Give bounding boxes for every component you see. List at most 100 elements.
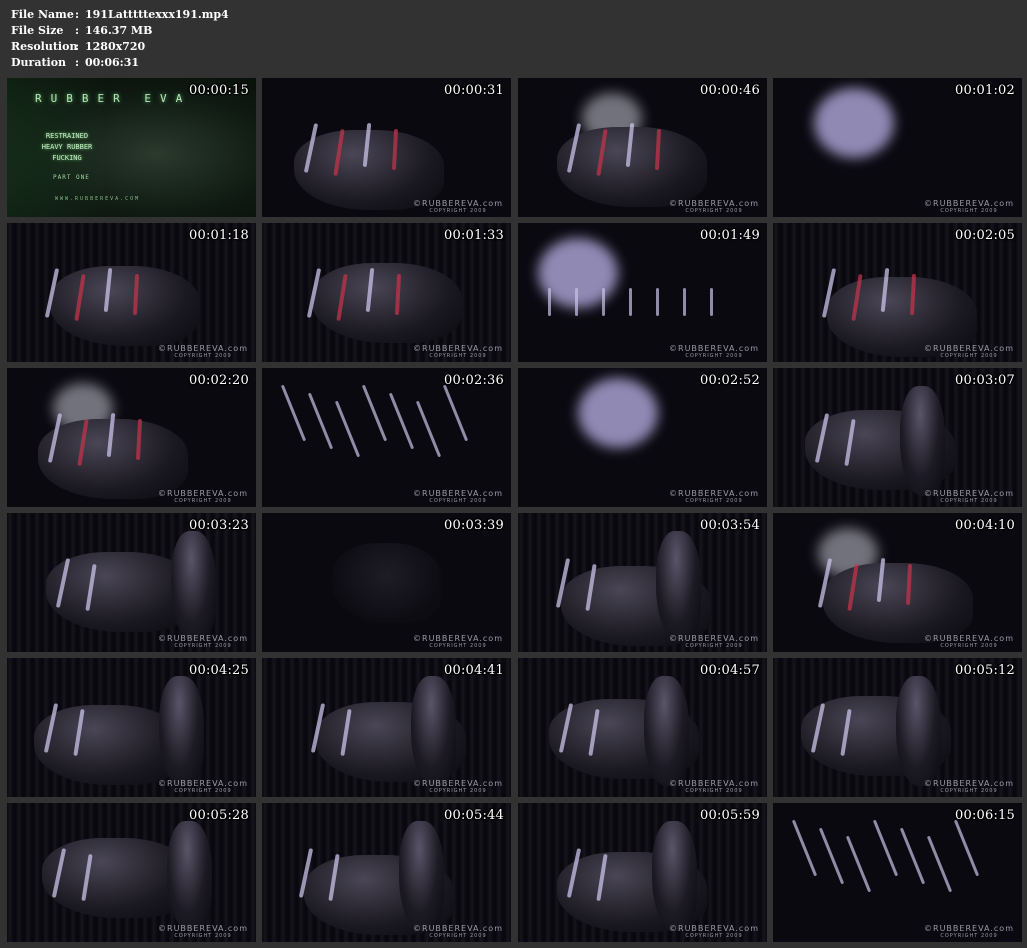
separator: : [75,40,80,53]
buckle-strap [953,819,980,877]
video-thumbnail[interactable]: 00:04:57 ©RUBBEREVA.com COPYRIGHT 2009 [518,658,767,797]
buckle-strap [899,827,926,885]
standing-figure [644,676,689,786]
watermark: ©RUBBEREVA.com COPYRIGHT 2009 [924,490,1014,505]
watermark-brand: ©RUBBEREVA.com [669,344,759,353]
timestamp: 00:05:44 [444,808,504,823]
watermark-brand: ©RUBBEREVA.com [669,199,759,208]
video-thumbnail[interactable]: 00:02:36 ©RUBBEREVA.com COPYRIGHT 2009 [262,368,511,507]
watermark: ©RUBBEREVA.com COPYRIGHT 2009 [924,924,1014,940]
timestamp: 00:03:39 [444,518,504,533]
video-thumbnail[interactable]: 00:01:02 ©RUBBEREVA.com COPYRIGHT 2009 [773,78,1022,217]
timestamp: 00:04:57 [700,663,760,678]
watermark: ©RUBBEREVA.com COPYRIGHT 2009 [669,199,759,215]
watermark-brand: ©RUBBEREVA.com [924,199,1014,208]
watermark-copyright: COPYRIGHT 2009 [940,788,998,794]
watermark-copyright: COPYRIGHT 2009 [940,643,998,649]
watermark-brand: ©RUBBEREVA.com [924,924,1014,933]
video-frame [262,368,511,507]
timestamp: 00:02:20 [189,373,249,388]
buckle-strap [629,288,632,316]
watermark-copyright: COPYRIGHT 2009 [174,643,232,649]
resolution-value: 1280x720 [85,40,146,53]
video-thumbnail[interactable]: 00:04:25 ©RUBBEREVA.com COPYRIGHT 2009 [7,658,256,797]
watermark-copyright: COPYRIGHT 2009 [940,498,998,504]
timestamp: 00:05:28 [189,808,249,823]
video-thumbnail[interactable]: 00:04:41 ©RUBBEREVA.com COPYRIGHT 2009 [262,658,511,797]
duration-label: Duration [11,56,67,69]
buckle-strap [818,827,845,885]
watermark: ©RUBBEREVA.com COPYRIGHT 2009 [924,780,1014,795]
file-size-label: File Size [11,24,64,37]
file-name-value: 191Latttttexxx191.mp4 [85,8,229,21]
watermark: ©RUBBEREVA.com COPYRIGHT 2009 [924,199,1014,215]
watermark-copyright: COPYRIGHT 2009 [940,353,998,359]
timestamp: 00:00:15 [189,83,249,98]
watermark-copyright: COPYRIGHT 2009 [174,353,232,359]
video-thumbnail[interactable]: 00:05:28 ©RUBBEREVA.com COPYRIGHT 2009 [7,803,256,942]
title-card: RUBBER EVA RESTRAINED HEAVY RUBBER FUCKIN… [7,78,256,217]
title-brand: RUBBER EVA [35,92,192,105]
timestamp: 00:02:36 [444,373,504,388]
watermark: ©RUBBEREVA.com COPYRIGHT 2009 [413,635,503,650]
timestamp: 00:03:54 [700,518,760,533]
watermark: ©RUBBEREVA.com COPYRIGHT 2009 [413,345,503,360]
watermark-copyright: COPYRIGHT 2009 [429,498,487,504]
watermark-copyright: COPYRIGHT 2009 [685,788,743,794]
watermark-copyright: COPYRIGHT 2009 [429,208,487,214]
video-thumbnail[interactable]: 00:02:20 ©RUBBEREVA.com COPYRIGHT 2009 [7,368,256,507]
video-thumbnail[interactable]: 00:01:49 ©RUBBEREVA.com COPYRIGHT 2009 [518,223,767,362]
watermark-brand: ©RUBBEREVA.com [669,779,759,788]
watermark: ©RUBBEREVA.com COPYRIGHT 2009 [158,344,248,360]
video-thumbnail[interactable]: 00:03:54 ©RUBBEREVA.com COPYRIGHT 2009 [518,513,767,652]
watermark-brand: ©RUBBEREVA.com [413,779,503,788]
dim-figure [332,543,442,623]
video-thumbnail[interactable]: 00:03:23 ©RUBBEREVA.com COPYRIGHT 2009 [7,513,256,652]
video-frame [7,223,256,362]
buckle-strap [442,384,469,442]
watermark-brand: ©RUBBEREVA.com [924,634,1014,643]
video-thumbnail[interactable]: RUBBER EVA RESTRAINED HEAVY RUBBER FUCKIN… [7,78,256,217]
watermark-brand: ©RUBBEREVA.com [158,634,248,643]
standing-figure [656,531,701,641]
buckle-strap [656,288,659,316]
watermark: ©RUBBEREVA.com COPYRIGHT 2009 [413,779,503,795]
video-thumbnail[interactable]: 00:05:59 ©RUBBEREVA.com COPYRIGHT 2009 [518,803,767,942]
watermark: ©RUBBEREVA.com COPYRIGHT 2009 [413,925,503,940]
standing-figure [399,821,444,931]
timestamp: 00:00:31 [444,83,504,98]
timestamp: 00:01:33 [444,228,504,243]
watermark-copyright: COPYRIGHT 2009 [429,353,487,359]
latex-body [312,263,462,343]
video-frame [773,368,1022,507]
video-thumbnail[interactable]: 00:00:31 ©RUBBEREVA.com COPYRIGHT 2009 [262,78,511,217]
file-size-value: 146.37 MB [85,24,153,37]
video-thumbnail[interactable]: 00:01:18 ©RUBBEREVA.com COPYRIGHT 2009 [7,223,256,362]
video-thumbnail[interactable]: 00:00:46 ©RUBBEREVA.com COPYRIGHT 2009 [518,78,767,217]
video-thumbnail[interactable]: 00:05:44 ©RUBBEREVA.com COPYRIGHT 2009 [262,803,511,942]
buckle-strap [872,819,899,877]
video-thumbnail[interactable]: 00:01:33 ©RUBBEREVA.com COPYRIGHT 2009 [262,223,511,362]
watermark-copyright: COPYRIGHT 2009 [940,933,998,939]
video-thumbnail[interactable]: 00:03:07 ©RUBBEREVA.com COPYRIGHT 2009 [773,368,1022,507]
separator: : [75,8,80,21]
timestamp: 00:05:59 [700,808,760,823]
video-thumbnail[interactable]: 00:04:10 ©RUBBEREVA.com COPYRIGHT 2009 [773,513,1022,652]
video-frame [262,78,511,217]
video-thumbnail[interactable]: 00:02:05 ©RUBBEREVA.com COPYRIGHT 2009 [773,223,1022,362]
watermark: ©RUBBEREVA.com COPYRIGHT 2009 [413,200,503,215]
video-thumbnail[interactable]: 00:03:39 ©RUBBEREVA.com COPYRIGHT 2009 [262,513,511,652]
watermark-brand: ©RUBBEREVA.com [158,344,248,353]
duration-value: 00:06:31 [85,56,140,69]
video-thumbnail[interactable]: 00:02:52 ©RUBBEREVA.com COPYRIGHT 2009 [518,368,767,507]
standing-figure [896,676,941,786]
video-frame [262,658,511,797]
standing-figure [167,821,212,931]
timestamp: 00:02:52 [700,373,760,388]
buckle-strap [307,392,334,450]
buckle-strap [710,288,713,316]
video-thumbnail[interactable]: 00:05:12 ©RUBBEREVA.com COPYRIGHT 2009 [773,658,1022,797]
timestamp: 00:02:05 [955,228,1015,243]
video-thumbnail[interactable]: 00:06:15 ©RUBBEREVA.com COPYRIGHT 2009 [773,803,1022,942]
watermark: ©RUBBEREVA.com COPYRIGHT 2009 [669,925,759,940]
